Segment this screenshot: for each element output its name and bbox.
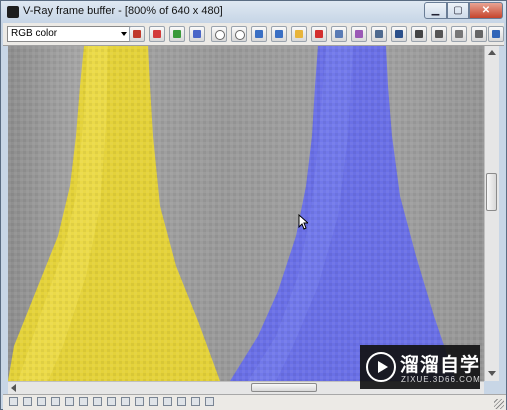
minimize-icon: ▁ <box>431 5 440 16</box>
vfb-settings-icon <box>395 30 403 38</box>
srgb-icon[interactable] <box>149 397 158 406</box>
channel-select[interactable]: RGB color <box>7 26 131 42</box>
green-channel-icon <box>173 30 181 38</box>
compare-icon[interactable] <box>163 397 172 406</box>
watermark: 溜溜自学 ZIXUE.3D66.COM <box>360 345 480 389</box>
blue-channel-icon <box>193 30 201 38</box>
vertical-scrollbar[interactable] <box>484 46 499 381</box>
curve-icon[interactable] <box>107 397 116 406</box>
watermark-url: ZIXUE.3D66.COM <box>401 375 481 384</box>
mono-channel-icon <box>235 30 245 40</box>
window-title: V-Ray frame buffer - [800% of 640 x 480] <box>23 5 223 17</box>
region-render-icon <box>415 30 423 38</box>
close-icon: ✕ <box>481 5 491 16</box>
render-viewport[interactable] <box>8 46 484 381</box>
chevron-down-icon <box>121 32 127 36</box>
link-icon <box>435 30 443 38</box>
track-mouse-button[interactable] <box>351 26 367 42</box>
stop-render-icon <box>455 30 463 38</box>
pixel-info-icon[interactable] <box>23 397 32 406</box>
clear-icon <box>315 30 323 38</box>
scroll-left-icon[interactable] <box>11 384 16 392</box>
maximize-icon: ▢ <box>453 5 463 16</box>
color-mode-button[interactable] <box>129 26 145 42</box>
track-mouse-icon <box>355 30 363 38</box>
lens-icon[interactable] <box>135 397 144 406</box>
correction-icon[interactable] <box>65 397 74 406</box>
vray-app-icon <box>7 6 19 18</box>
watermark-title: 溜溜自学 <box>400 354 481 376</box>
lut-icon <box>475 30 483 38</box>
zoom-icon[interactable] <box>9 397 18 406</box>
exposure-icon[interactable] <box>121 397 130 406</box>
scroll-down-icon[interactable] <box>488 371 496 376</box>
resize-grip-icon[interactable] <box>494 399 504 409</box>
duplicate-button[interactable] <box>331 26 347 42</box>
load-icon <box>295 30 303 38</box>
vfb-window: V-Ray frame buffer - [800% of 640 x 480]… <box>0 0 507 410</box>
save-all-icon <box>275 30 283 38</box>
levels-icon[interactable] <box>93 397 102 406</box>
vertical-split-icon[interactable] <box>177 397 186 406</box>
mono-channel-button[interactable] <box>231 26 247 42</box>
save-icon <box>255 30 263 38</box>
copy-button[interactable] <box>371 26 387 42</box>
horizontal-split-icon[interactable] <box>191 397 200 406</box>
save-all-button[interactable] <box>271 26 287 42</box>
history-icon[interactable] <box>51 397 60 406</box>
color-mode-icon <box>133 30 141 38</box>
maximize-button[interactable]: ▢ <box>447 2 469 19</box>
link-button[interactable] <box>431 26 447 42</box>
mouse-cursor-icon <box>298 214 308 230</box>
minimize-button[interactable]: ▁ <box>424 2 447 19</box>
red-channel-button[interactable] <box>149 26 165 42</box>
title-bar[interactable]: V-Ray frame buffer - [800% of 640 x 480]… <box>1 1 506 23</box>
duplicate-icon <box>335 30 343 38</box>
horizontal-scroll-thumb[interactable] <box>251 383 317 392</box>
blue-channel-button[interactable] <box>189 26 205 42</box>
channel-select-value: RGB color <box>11 28 58 39</box>
green-channel-button[interactable] <box>169 26 185 42</box>
region-render-button[interactable] <box>411 26 427 42</box>
close-button[interactable]: ✕ <box>469 2 503 19</box>
red-channel-icon <box>153 30 161 38</box>
load-button[interactable] <box>291 26 307 42</box>
scroll-up-icon[interactable] <box>488 50 496 55</box>
vertical-scroll-thumb[interactable] <box>486 173 497 211</box>
clear-button[interactable] <box>311 26 327 42</box>
alpha-channel-button[interactable] <box>211 26 227 42</box>
color-correction-icon[interactable] <box>79 397 88 406</box>
save-button[interactable] <box>251 26 267 42</box>
toolbar: RGB color <box>3 23 504 46</box>
info-icon[interactable] <box>37 397 46 406</box>
rendered-image <box>8 46 484 381</box>
render-button[interactable] <box>488 26 504 42</box>
render-icon <box>492 30 500 38</box>
vfb-settings-button[interactable] <box>391 26 407 42</box>
display-icon[interactable] <box>205 397 214 406</box>
alpha-channel-icon <box>215 30 225 40</box>
stop-render-button[interactable] <box>451 26 467 42</box>
play-logo-icon <box>366 352 396 382</box>
copy-icon <box>375 30 383 38</box>
lut-button[interactable] <box>471 26 487 42</box>
status-bar <box>3 394 506 410</box>
